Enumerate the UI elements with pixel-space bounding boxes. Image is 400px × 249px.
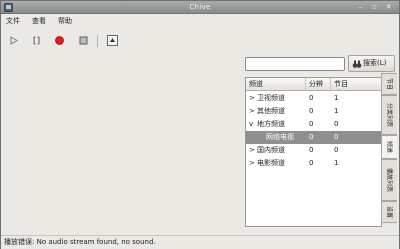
expander-icon[interactable]: > <box>249 105 255 118</box>
row-resolution: 0 <box>309 133 314 141</box>
menu-bar: 文件 查看 帮助 <box>1 14 399 28</box>
minimize-icon[interactable]: – <box>356 3 365 12</box>
play-icon[interactable] <box>7 34 20 47</box>
row-program: 0 <box>334 120 339 128</box>
binoculars-icon <box>352 60 362 68</box>
record-icon[interactable] <box>53 34 66 47</box>
menu-help[interactable]: 帮助 <box>58 16 72 26</box>
close-icon[interactable]: ✕ <box>384 3 393 12</box>
menu-file[interactable]: 文件 <box>6 16 20 26</box>
title-bar[interactable]: Chive – ▫ ✕ <box>1 1 399 14</box>
row-channel-name: 卫视频道 <box>257 94 285 102</box>
side-tab-settings[interactable]: 设置 <box>381 201 397 223</box>
row-program: 1 <box>334 94 339 102</box>
status-text: 播放错误: No audio stream found, no sound. <box>4 238 156 246</box>
expander-icon[interactable]: > <box>249 144 255 157</box>
row-channel-name: 地方频道 <box>257 120 285 128</box>
row-resolution: 0 <box>309 120 314 128</box>
status-bar: 播放错误: No audio stream found, no sound. <box>1 235 399 249</box>
row-resolution: 0 <box>309 146 314 154</box>
menu-view[interactable]: 查看 <box>32 16 46 26</box>
side-tab-category[interactable]: 分类列表 <box>381 95 397 135</box>
channel-table: 频道 分辨 节目 > 卫视频道 0 1 > 其他频道 0 1 v 地方频道 0 0 网络电视 0 0 > 国内频… <box>245 77 382 227</box>
row-channel-name: 电影频道 <box>257 159 285 167</box>
expander-icon[interactable]: v <box>249 118 253 131</box>
table-row[interactable]: > 其他频道 0 1 <box>246 105 381 118</box>
stop-icon[interactable] <box>77 34 90 47</box>
expander-icon[interactable]: > <box>249 92 255 105</box>
table-row[interactable]: 网络电视 0 0 <box>246 131 381 144</box>
row-channel-name: 网络电视 <box>266 133 294 141</box>
column-header-program[interactable]: 节目 <box>331 78 381 90</box>
pause-icon[interactable] <box>30 34 43 47</box>
video-area[interactable] <box>2 54 241 232</box>
row-program: 1 <box>334 107 339 115</box>
side-tab-playlist[interactable]: 播放列表 <box>381 159 397 201</box>
snapshot-icon[interactable] <box>106 34 119 47</box>
maximize-icon[interactable]: ▫ <box>370 3 379 12</box>
search-button-label: 搜索(L) <box>363 59 387 67</box>
row-program: 1 <box>334 159 339 167</box>
table-row[interactable]: > 卫视频道 0 1 <box>246 92 381 105</box>
window-title: Chive <box>189 3 211 11</box>
table-row[interactable]: > 国内频道 0 0 <box>246 144 381 157</box>
toolbar <box>1 29 399 53</box>
column-header-resolution[interactable]: 分辨 <box>306 78 331 90</box>
row-program: 0 <box>334 146 339 154</box>
row-resolution: 0 <box>309 159 314 167</box>
app-window: Chive – ▫ ✕ 文件 查看 帮助 搜索(L) 频道 分辨 节目 > 卫视… <box>0 0 400 249</box>
row-program: 0 <box>334 133 339 141</box>
search-button[interactable]: 搜索(L) <box>348 55 395 72</box>
table-row[interactable]: v 地方频道 0 0 <box>246 118 381 131</box>
toolbar-separator <box>97 35 98 47</box>
row-channel-name: 国内频道 <box>257 146 285 154</box>
table-row[interactable]: > 电影频道 0 1 <box>246 157 381 170</box>
row-resolution: 0 <box>309 94 314 102</box>
table-header: 频道 分辨 节目 <box>246 78 381 91</box>
row-resolution: 0 <box>309 107 314 115</box>
side-tab-channel[interactable]: 频道 <box>381 135 397 159</box>
column-header-channel[interactable]: 频道 <box>246 78 306 90</box>
search-input[interactable] <box>245 57 345 71</box>
expander-icon[interactable]: > <box>249 157 255 170</box>
row-channel-name: 其他频道 <box>257 107 285 115</box>
side-tab-program[interactable]: 节目 <box>381 73 397 95</box>
side-tab-strip: 节目 分类列表 频道 播放列表 设置 <box>381 73 398 231</box>
